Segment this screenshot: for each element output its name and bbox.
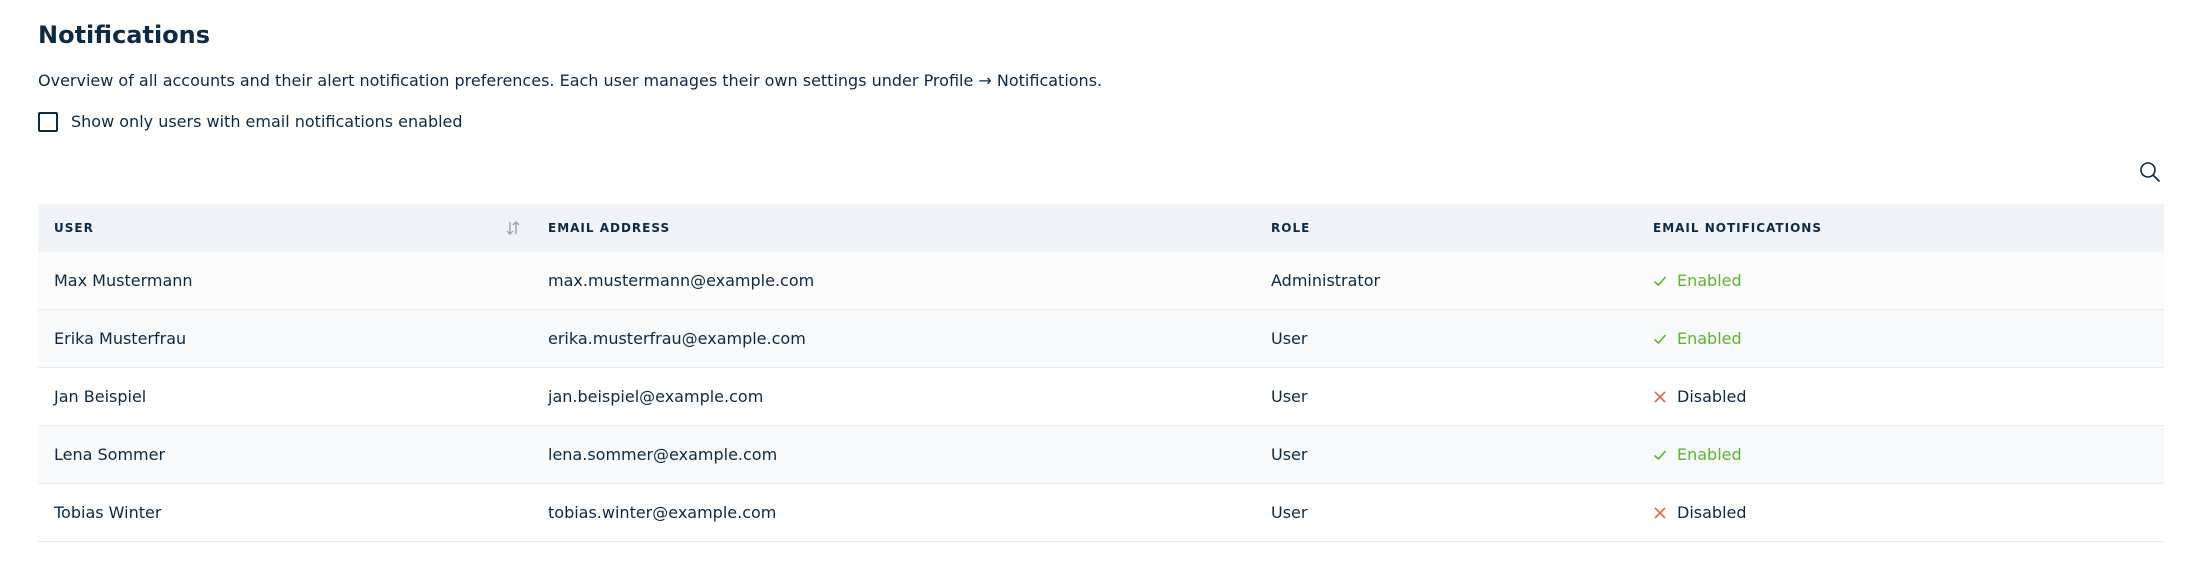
- cell-role: User: [1271, 503, 1308, 522]
- page-description: Overview of all accounts and their alert…: [38, 71, 1103, 90]
- cell-email: tobias.winter@example.com: [548, 503, 777, 522]
- cell-email: max.mustermann@example.com: [548, 271, 815, 290]
- check-icon: [1653, 275, 1667, 286]
- status-label: Disabled: [1677, 503, 1747, 522]
- cell-role: User: [1271, 445, 1308, 464]
- status-badge: Disabled: [1653, 387, 1747, 406]
- cell-role: Administrator: [1271, 271, 1381, 290]
- column-header-role: ROLE: [1271, 221, 1311, 235]
- column-header-email-notifications: EMAIL NOTIFICATIONS: [1653, 221, 1822, 235]
- cell-email-notifications: Disabled: [1637, 368, 2164, 425]
- search-button[interactable]: [2136, 158, 2164, 186]
- table-row: Max Mustermann max.mustermann@example.com…: [38, 252, 2164, 310]
- table-row: Lena Sommer lena.sommer@example.com User En…: [38, 426, 2164, 484]
- check-icon: [1653, 449, 1667, 460]
- email-enabled-filter-checkbox[interactable]: [38, 112, 58, 132]
- cell-role: User: [1271, 387, 1308, 406]
- table-body: Max Mustermann max.mustermann@example.com…: [38, 252, 2164, 542]
- email-enabled-filter[interactable]: Show only users with email notifications…: [38, 111, 463, 133]
- status-badge: Disabled: [1653, 503, 1747, 522]
- cell-user: Max Mustermann: [54, 271, 193, 290]
- status-badge: Enabled: [1653, 445, 1742, 464]
- sort-icon[interactable]: [504, 219, 522, 237]
- cell-email-notifications: Enabled: [1637, 310, 2164, 367]
- cell-user: Jan Beispiel: [54, 387, 147, 406]
- status-badge: Enabled: [1653, 271, 1742, 290]
- cross-icon: [1654, 506, 1666, 519]
- cross-icon: [1654, 390, 1666, 403]
- status-label: Disabled: [1677, 387, 1747, 406]
- search-icon: [2140, 162, 2160, 182]
- status-label: Enabled: [1677, 445, 1742, 464]
- cell-user: Lena Sommer: [54, 445, 166, 464]
- cell-email-notifications: Disabled: [1637, 484, 2164, 541]
- cell-user: Erika Musterfrau: [54, 329, 187, 348]
- cell-role: User: [1271, 329, 1308, 348]
- table-row: Tobias Winter tobias.winter@example.com Us…: [38, 484, 2164, 542]
- cell-email: erika.musterfrau@example.com: [548, 329, 806, 348]
- users-table: USER EMAIL ADDRESS ROLE EMAIL NOTIFICATI…: [38, 204, 2164, 542]
- column-header-email: EMAIL ADDRESS: [548, 221, 671, 235]
- email-enabled-filter-label: Show only users with email notifications…: [71, 112, 463, 131]
- status-label: Enabled: [1677, 271, 1742, 290]
- column-header-user-label: USER: [54, 221, 94, 235]
- page-title: Notifications: [38, 21, 211, 49]
- table-row: Jan Beispiel jan.beispiel@example.com User…: [38, 368, 2164, 426]
- status-label: Enabled: [1677, 329, 1742, 348]
- check-icon: [1653, 333, 1667, 344]
- table-header: USER EMAIL ADDRESS ROLE EMAIL NOTIFICATI…: [38, 204, 2164, 252]
- table-row: Erika Musterfrau erika.musterfrau@example…: [38, 310, 2164, 368]
- cell-user: Tobias Winter: [54, 503, 162, 522]
- cell-email-notifications: Enabled: [1637, 426, 2164, 483]
- cell-email-notifications: Enabled: [1637, 252, 2164, 309]
- status-badge: Enabled: [1653, 329, 1742, 348]
- column-header-user[interactable]: USER: [38, 204, 532, 252]
- cell-email: jan.beispiel@example.com: [548, 387, 764, 406]
- cell-email: lena.sommer@example.com: [548, 445, 778, 464]
